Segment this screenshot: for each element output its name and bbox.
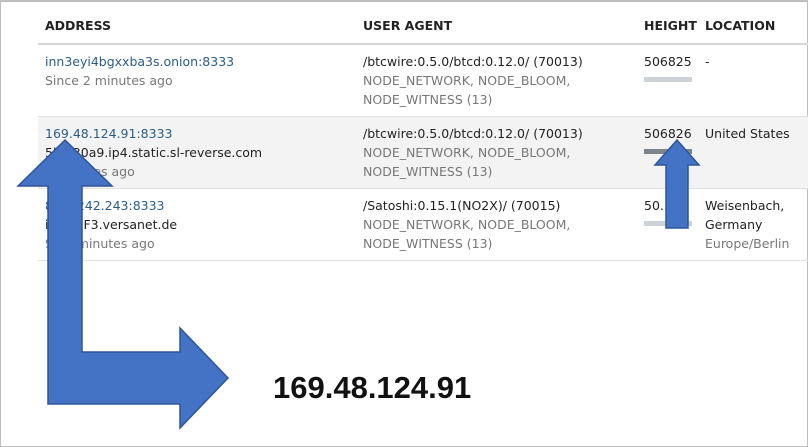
- bent-arrow-icon: [16, 138, 230, 430]
- up-arrow-icon: [653, 138, 701, 229]
- annotation-ip-label: 169.48.124.91: [273, 370, 472, 405]
